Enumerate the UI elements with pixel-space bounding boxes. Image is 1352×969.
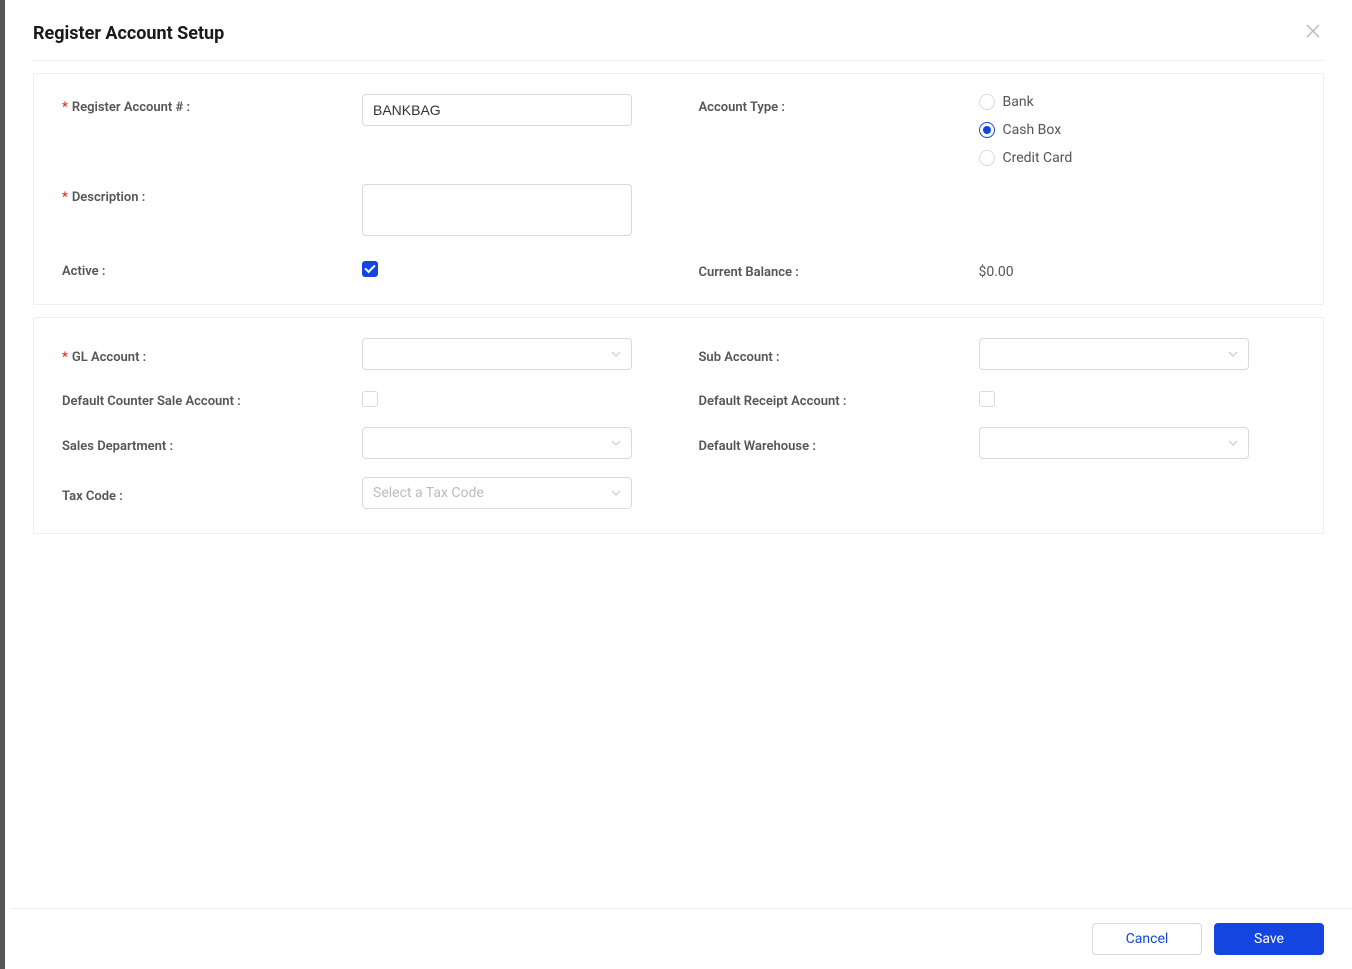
description-input[interactable] <box>362 184 632 236</box>
current-balance-label: Current Balance : <box>679 259 979 280</box>
chevron-down-icon <box>611 438 621 449</box>
tax-code-label: Tax Code : <box>62 483 362 504</box>
modal-footer: Cancel Save <box>10 908 1352 969</box>
account-type-bank-radio[interactable]: Bank <box>979 94 1249 110</box>
register-account-label: *Register Account # : <box>62 94 362 115</box>
default-counter-sale-checkbox[interactable] <box>362 391 378 407</box>
active-label: Active : <box>62 258 362 279</box>
chevron-down-icon <box>1228 438 1238 449</box>
save-button[interactable]: Save <box>1214 923 1324 955</box>
cancel-button[interactable]: Cancel <box>1092 923 1202 955</box>
modal-title: Register Account Setup <box>33 23 224 44</box>
account-type-creditcard-radio[interactable]: Credit Card <box>979 150 1249 166</box>
current-balance-value: $0.00 <box>979 258 1249 280</box>
radio-unchecked-icon <box>979 150 995 166</box>
modal-header: Register Account Setup <box>33 20 1324 61</box>
panel-account-settings: *GL Account : Sub Account : <box>33 317 1324 534</box>
tax-code-select[interactable]: Select a Tax Code <box>362 477 632 509</box>
sales-department-select[interactable] <box>362 427 632 459</box>
account-type-radio-group: Bank Cash Box Credit Card <box>979 94 1249 166</box>
account-type-label: Account Type : <box>679 94 979 115</box>
default-receipt-label: Default Receipt Account : <box>679 388 979 409</box>
radio-checked-icon <box>979 122 995 138</box>
gl-account-label: *GL Account : <box>62 344 362 365</box>
modal-container: Register Account Setup *Register Account… <box>5 0 1352 534</box>
description-label: *Description : <box>62 184 362 205</box>
gl-account-select[interactable] <box>362 338 632 370</box>
default-warehouse-select[interactable] <box>979 427 1249 459</box>
account-type-cashbox-radio[interactable]: Cash Box <box>979 122 1249 138</box>
chevron-down-icon <box>1228 349 1238 360</box>
sub-account-label: Sub Account : <box>679 344 979 365</box>
default-receipt-checkbox[interactable] <box>979 391 995 407</box>
sub-account-select[interactable] <box>979 338 1249 370</box>
default-counter-sale-label: Default Counter Sale Account : <box>62 388 362 409</box>
active-checkbox[interactable] <box>362 261 378 277</box>
register-account-input[interactable] <box>362 94 632 126</box>
sales-department-label: Sales Department : <box>62 433 362 454</box>
panel-account-info: *Register Account # : Account Type : Ban… <box>33 73 1324 305</box>
chevron-down-icon <box>611 349 621 360</box>
chevron-down-icon <box>611 488 621 499</box>
radio-unchecked-icon <box>979 94 995 110</box>
close-icon[interactable] <box>1302 20 1324 46</box>
default-warehouse-label: Default Warehouse : <box>679 433 979 454</box>
